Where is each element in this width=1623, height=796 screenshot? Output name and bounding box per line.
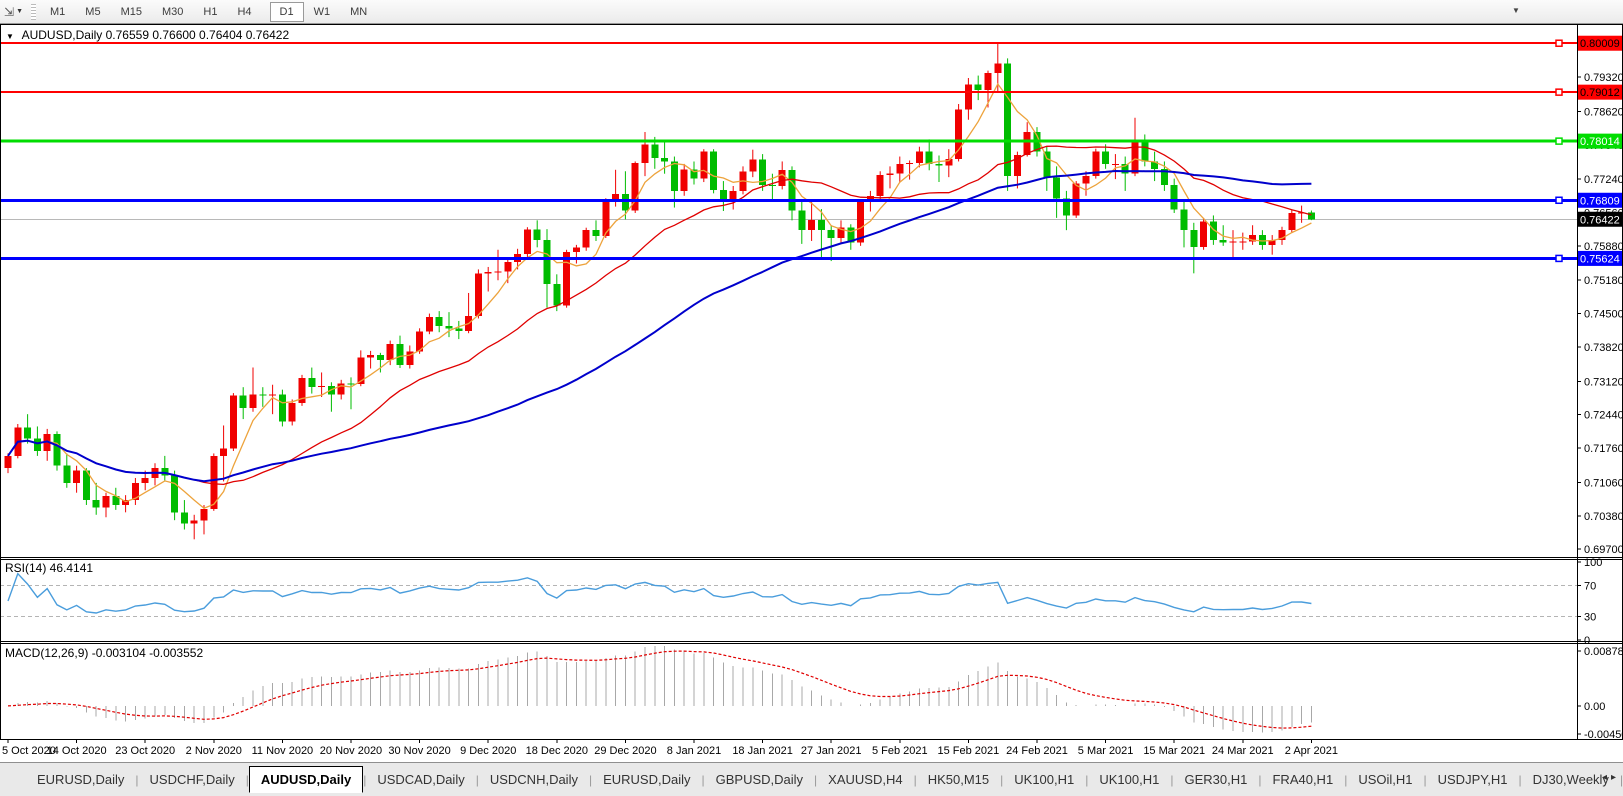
timeframe-button-H1[interactable]: H1: [193, 2, 227, 22]
timeframe-button-M15[interactable]: M15: [111, 2, 152, 22]
svg-text:0.73820: 0.73820: [1584, 342, 1623, 354]
svg-text:0.72440: 0.72440: [1584, 410, 1623, 422]
svg-text:0.78014: 0.78014: [1580, 136, 1620, 148]
tab-fra40-h1[interactable]: FRA40,H1: [1261, 767, 1344, 792]
date-axis-label: 15 Mar 2021: [1143, 745, 1205, 757]
chart-window: 0.793200.786200.779400.772400.765600.758…: [0, 24, 1623, 762]
date-axis-label: 24 Feb 2021: [1006, 745, 1068, 757]
toolbar-grip-handle[interactable]: [31, 3, 36, 20]
date-axis-label: 30 Nov 2020: [388, 745, 450, 757]
svg-text:0.78620: 0.78620: [1584, 106, 1623, 118]
tab-list: EURUSD,Daily | USDCHF,Daily | AUDUSD,Daily | U…: [26, 766, 1623, 793]
svg-text:0.69700: 0.69700: [1584, 544, 1623, 556]
timeframe-button-D1[interactable]: D1: [269, 1, 304, 22]
chart-ohlc-values: 0.76559 0.76600 0.76404 0.76422: [105, 28, 290, 42]
svg-text:0.71060: 0.71060: [1584, 477, 1623, 489]
tab-ger30-h1[interactable]: GER30,H1: [1173, 767, 1258, 792]
date-axis-label: 20 Nov 2020: [320, 745, 382, 757]
date-axis-label: 29 Dec 2020: [594, 745, 656, 757]
tab-scroll-left-icon[interactable]: ◂: [1602, 772, 1611, 783]
date-axis-label: 9 Dec 2020: [460, 745, 516, 757]
timeframe-button-MN[interactable]: MN: [340, 2, 377, 22]
chart-symbol-dropdown-icon[interactable]: ▼: [6, 32, 14, 41]
chart-tab-bar: EURUSD,Daily | USDCHF,Daily | AUDUSD,Daily | U…: [0, 762, 1623, 796]
svg-text:0.76809: 0.76809: [1580, 195, 1620, 207]
chart-symbol-label: AUDUSD,Daily: [21, 28, 103, 42]
date-axis-label: 24 Mar 2021: [1212, 745, 1274, 757]
tab-xauusd-h4[interactable]: XAUUSD,H4: [817, 767, 913, 792]
date-axis-label: 15 Feb 2021: [938, 745, 1000, 757]
svg-text:0.75624: 0.75624: [1580, 253, 1620, 265]
macd-indicator-label: MACD(12,26,9) -0.003104 -0.003552: [5, 646, 204, 660]
date-axis-label: 23 Oct 2020: [115, 745, 175, 757]
date-axis-label: 2 Nov 2020: [186, 745, 242, 757]
timeframe-button-M1[interactable]: M1: [40, 2, 75, 22]
svg-text:0.74500: 0.74500: [1584, 309, 1623, 321]
svg-text:0.79320: 0.79320: [1584, 72, 1623, 84]
tab-eurusd-daily[interactable]: EURUSD,Daily: [592, 767, 701, 792]
date-axis-label: 2 Apr 2021: [1285, 745, 1338, 757]
date-axis-label: 18 Jan 2021: [732, 745, 793, 757]
timeframe-button-group: M1 M5 M15 M30 H1 H4 D1 W1 MN: [40, 1, 377, 22]
date-axis-label: 11 Nov 2020: [252, 745, 314, 757]
tab-usdchf-daily[interactable]: USDCHF,Daily: [139, 767, 246, 792]
tab-uk100-h1[interactable]: UK100,H1: [1088, 767, 1170, 792]
svg-text:0.00: 0.00: [1584, 701, 1605, 713]
tab-gbpusd-daily[interactable]: GBPUSD,Daily: [705, 767, 814, 792]
rsi-indicator-label: RSI(14) 46.4141: [5, 561, 94, 575]
tab-usdcad-daily[interactable]: USDCAD,Daily: [366, 767, 475, 792]
timeframe-button-M30[interactable]: M30: [152, 2, 193, 22]
svg-text:70: 70: [1584, 580, 1596, 592]
cursor-dropdown-icon[interactable]: ▼: [16, 8, 23, 15]
svg-text:0.008785: 0.008785: [1584, 646, 1623, 658]
svg-text:0.79012: 0.79012: [1580, 87, 1620, 99]
svg-text:0.70380: 0.70380: [1584, 511, 1623, 523]
svg-text:0.71760: 0.71760: [1584, 443, 1623, 455]
tab-usdcnh-daily[interactable]: USDCNH,Daily: [479, 767, 589, 792]
tab-usdjpy-h1[interactable]: USDJPY,H1: [1427, 767, 1519, 792]
timeframe-button-M5[interactable]: M5: [75, 2, 110, 22]
chart-cursor-icon[interactable]: ⇲: [4, 5, 14, 19]
date-axis-label: 5 Mar 2021: [1078, 745, 1134, 757]
svg-text:100: 100: [1584, 557, 1602, 569]
svg-text:0.76422: 0.76422: [1580, 214, 1620, 226]
tab-scroll-arrows[interactable]: ◂▸: [1602, 772, 1620, 783]
timeframe-button-W1[interactable]: W1: [304, 2, 341, 22]
timeframe-button-H4[interactable]: H4: [227, 2, 261, 22]
tab-uk100-h1[interactable]: UK100,H1: [1003, 767, 1085, 792]
date-axis-label: 14 Oct 2020: [47, 745, 107, 757]
svg-text:0.75180: 0.75180: [1584, 275, 1623, 287]
tab-hk50-m15[interactable]: HK50,M15: [917, 767, 1000, 792]
tab-usoil-h1[interactable]: USOil,H1: [1347, 767, 1423, 792]
date-axis-label: 27 Jan 2021: [801, 745, 862, 757]
svg-text:0.77240: 0.77240: [1584, 174, 1623, 186]
date-axis-label: 18 Dec 2020: [526, 745, 588, 757]
date-axis-label: 8 Jan 2021: [667, 745, 721, 757]
chart-title: ▼ AUDUSD,Daily 0.76559 0.76600 0.76404 0…: [6, 28, 289, 42]
tab-scroll-right-icon[interactable]: ▸: [1611, 772, 1620, 783]
top-toolbar: ⇲ ▼ M1 M5 M15 M30 H1 H4 D1 W1 MN ▼: [0, 0, 1623, 24]
svg-text:0.73120: 0.73120: [1584, 376, 1623, 388]
tab-audusd-daily[interactable]: AUDUSD,Daily: [248, 766, 364, 793]
chart-plot[interactable]: 0.793200.786200.779400.772400.765600.758…: [0, 24, 1623, 762]
svg-text:0.80009: 0.80009: [1580, 38, 1620, 50]
date-axis-label: 5 Feb 2021: [872, 745, 928, 757]
tab-eurusd-daily[interactable]: EURUSD,Daily: [26, 767, 135, 792]
svg-text:30: 30: [1584, 612, 1596, 624]
toolbar-overflow-icon[interactable]: ▼: [1508, 4, 1524, 17]
